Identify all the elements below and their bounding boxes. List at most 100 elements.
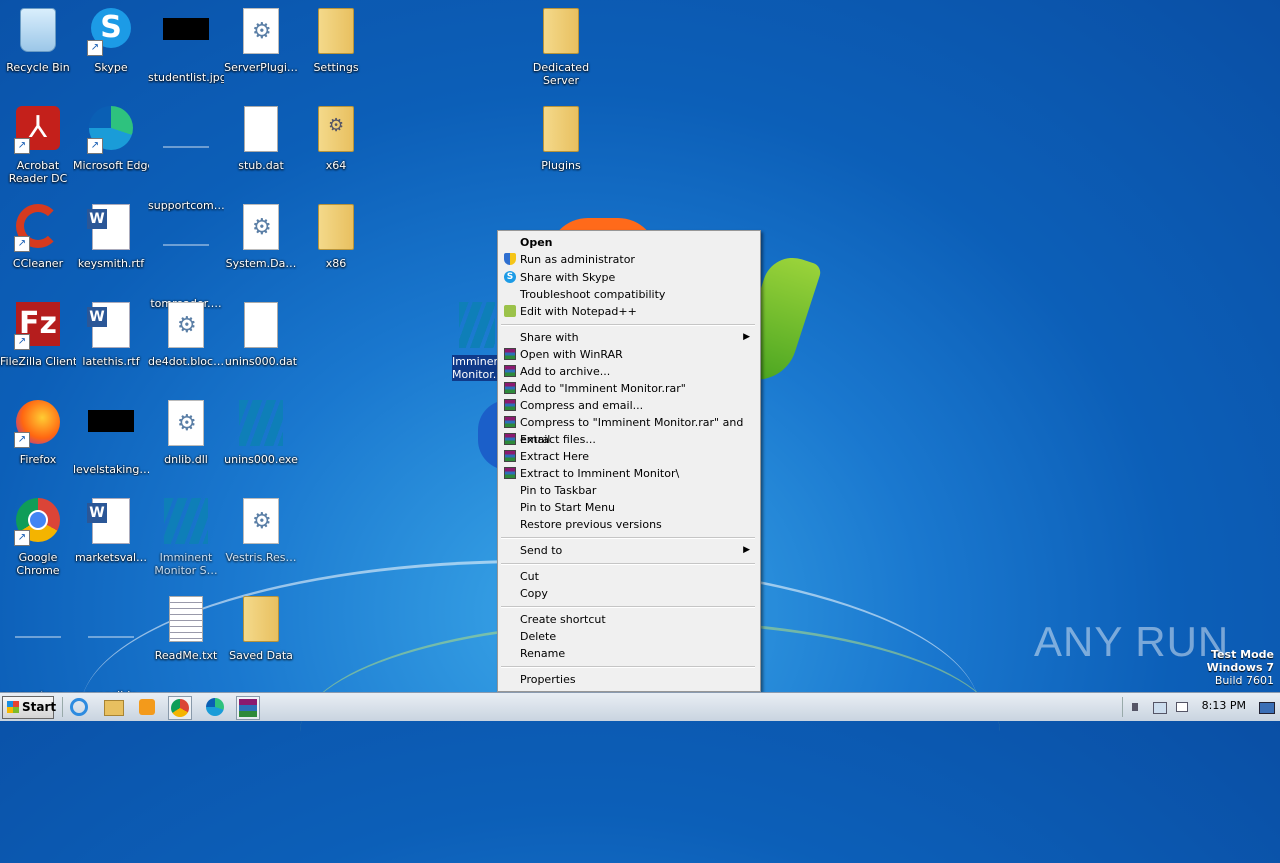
menu-item-pin-taskbar[interactable]: Pin to Taskbar [500, 482, 756, 499]
dedicated-server-label: Dedicated Server [532, 61, 590, 87]
edge-icon: ↗ [87, 106, 135, 154]
desktop-icon-ccleaner[interactable]: ↗ CCleaner [0, 200, 76, 292]
show-desktop-icon[interactable] [1258, 700, 1275, 714]
file-icon [14, 636, 62, 684]
desktop-icon-edge[interactable]: ↗ Microsoft Edge [73, 102, 149, 194]
clock[interactable]: 8:13 PM [1202, 699, 1246, 712]
menu-item-delete[interactable]: Delete [500, 628, 756, 645]
desktop-icon-x86[interactable]: x86 [298, 200, 374, 292]
menu-item-open-winrar[interactable]: Open with WinRAR [500, 346, 756, 363]
menu-label: Add to archive... [520, 365, 611, 378]
recycle-bin-label: Recycle Bin [6, 61, 70, 74]
menu-item-share-skype[interactable]: S Share with Skype [500, 269, 756, 286]
desktop-icon-marketsval[interactable]: marketsval… [73, 494, 149, 586]
start-button[interactable]: Start [2, 696, 56, 719]
menu-item-share-with[interactable]: Share with ▶ [500, 329, 756, 346]
stub-label: stub.dat [238, 159, 284, 172]
desktop-icon-serverplugin[interactable]: ServerPlugi… [223, 4, 299, 96]
action-center-flag-icon[interactable] [1174, 700, 1188, 714]
speaker-icon[interactable] [1130, 700, 1144, 714]
x86-label: x86 [325, 257, 347, 270]
taskbar-internet-explorer[interactable] [68, 696, 90, 718]
menu-item-compress-email[interactable]: Compress and email... [500, 397, 756, 414]
taskbar-explorer[interactable] [102, 696, 124, 718]
folder-icon [537, 106, 585, 154]
desktop-icon-keysmith[interactable]: keysmith.rtf [73, 200, 149, 292]
desktop-icon-dnlib[interactable]: dnlib.dll [148, 396, 224, 488]
desktop-icon-levelstaking[interactable]: levelstaking… [73, 396, 149, 488]
desktop-icon-imminent-monitor[interactable]: Imminent Monitor.… [452, 298, 502, 390]
file-icon [162, 146, 210, 194]
menu-label: Edit with Notepad++ [520, 305, 637, 318]
winrar-icon [504, 467, 516, 479]
systemda-label: System.Da… [225, 257, 297, 270]
menu-item-cut[interactable]: Cut [500, 568, 756, 585]
menu-item-create-shortcut[interactable]: Create shortcut [500, 611, 756, 628]
desktop-icon-vestris[interactable]: Vestris.Res… [223, 494, 299, 586]
menu-item-properties[interactable]: Properties [500, 671, 756, 688]
desktop-icon-acrobat[interactable]: ⅄ ↗ Acrobat Reader DC [0, 102, 76, 194]
menu-item-compress-to-rar-email[interactable]: Compress to "Imminent Monitor.rar" and e… [500, 414, 756, 446]
desktop-icon-de4dot[interactable]: de4dot.bloc… [148, 298, 224, 390]
taskbar-media-player[interactable] [136, 696, 158, 718]
menu-separator [501, 324, 755, 326]
keysmith-label: keysmith.rtf [77, 257, 145, 270]
word-document-icon [87, 302, 135, 350]
tray-separator [1122, 697, 1123, 717]
desktop-icon-skype[interactable]: S ↗ Skype [73, 4, 149, 96]
menu-item-add-archive[interactable]: Add to archive... [500, 363, 756, 380]
taskbar-winrar[interactable] [236, 696, 260, 720]
menu-item-extract-here[interactable]: Extract Here [500, 448, 756, 465]
menu-item-run-as-admin[interactable]: Run as administrator [500, 251, 756, 268]
desktop-icon-firefox[interactable]: ↗ Firefox [0, 396, 76, 488]
desktop-icon-tomreader[interactable]: tomreader.… [148, 200, 224, 310]
taskbar-chrome[interactable] [168, 696, 192, 720]
menu-separator [501, 537, 755, 539]
imminent-monitor-icon [457, 302, 497, 350]
desktop-icon-responsible[interactable]: responsible… [73, 592, 149, 702]
menu-label: Restore previous versions [520, 518, 662, 531]
desktop-icon-imminent-setup[interactable]: Imminent Monitor S… [148, 494, 224, 586]
desktop-icon-recycle-bin[interactable]: Recycle Bin [0, 4, 76, 96]
desktop-icon-saved-data[interactable]: Saved Data [223, 592, 299, 684]
menu-item-pin-start[interactable]: Pin to Start Menu [500, 499, 756, 516]
desktop-icon-readme[interactable]: ReadMe.txt [148, 592, 224, 684]
desktop-icon-chrome[interactable]: ↗ Google Chrome [0, 494, 76, 586]
desktop-icon-settings[interactable]: Settings [298, 4, 374, 96]
desktop-icon-stub[interactable]: stub.dat [223, 102, 299, 194]
desktop-icon-systemda[interactable]: System.Da… [223, 200, 299, 292]
menu-item-copy[interactable]: Copy [500, 585, 756, 602]
desktop-icon-filezilla[interactable]: Fz ↗ FileZilla Client [0, 298, 76, 390]
desktop-icon-accounteve[interactable]: accounteve… [0, 592, 76, 702]
desktop-icon-supportcom[interactable]: supportcom… [148, 102, 224, 212]
desktop-icon-plugins[interactable]: Plugins [523, 102, 599, 194]
de4dot-label: de4dot.bloc… [148, 355, 224, 368]
saved-data-label: Saved Data [229, 649, 293, 662]
folder-icon [537, 8, 585, 56]
network-icon[interactable] [1152, 700, 1167, 714]
desktop-icon-unins000-exe[interactable]: unins000.exe [223, 396, 299, 488]
menu-item-edit-notepadpp[interactable]: Edit with Notepad++ [500, 303, 756, 320]
desktop-icon-x64[interactable]: x64 [298, 102, 374, 194]
desktop-icon-dedicated-server[interactable]: Dedicated Server [523, 4, 599, 96]
desktop-icon-studentlist[interactable]: studentlist.jpg [148, 4, 224, 96]
menu-item-send-to[interactable]: Send to ▶ [500, 542, 756, 559]
menu-item-extract-files[interactable]: Extract files... [500, 431, 756, 448]
winrar-icon [504, 416, 516, 428]
menu-separator [501, 666, 755, 668]
watermark-text: ANY RUN [1034, 618, 1230, 665]
menu-item-open[interactable]: Open [500, 234, 756, 251]
menu-item-rename[interactable]: Rename [500, 645, 756, 662]
menu-item-extract-to[interactable]: Extract to Imminent Monitor\ [500, 465, 756, 482]
taskbar-edge[interactable] [204, 696, 226, 718]
menu-item-add-to-rar[interactable]: Add to "Imminent Monitor.rar" [500, 380, 756, 397]
desktop-icon-unins000-dat[interactable]: unins000.dat [223, 298, 299, 390]
desktop-icon-latethis[interactable]: latethis.rtf [73, 298, 149, 390]
acrobat-label: Acrobat Reader DC [8, 159, 68, 185]
menu-item-troubleshoot[interactable]: Troubleshoot compatibility [500, 286, 756, 303]
shortcut-arrow-icon: ↗ [14, 138, 30, 154]
menu-item-restore-versions[interactable]: Restore previous versions [500, 516, 756, 533]
winrar-icon [239, 699, 257, 717]
marketsval-label: marketsval… [74, 551, 148, 564]
menu-label: Share with [520, 331, 579, 344]
